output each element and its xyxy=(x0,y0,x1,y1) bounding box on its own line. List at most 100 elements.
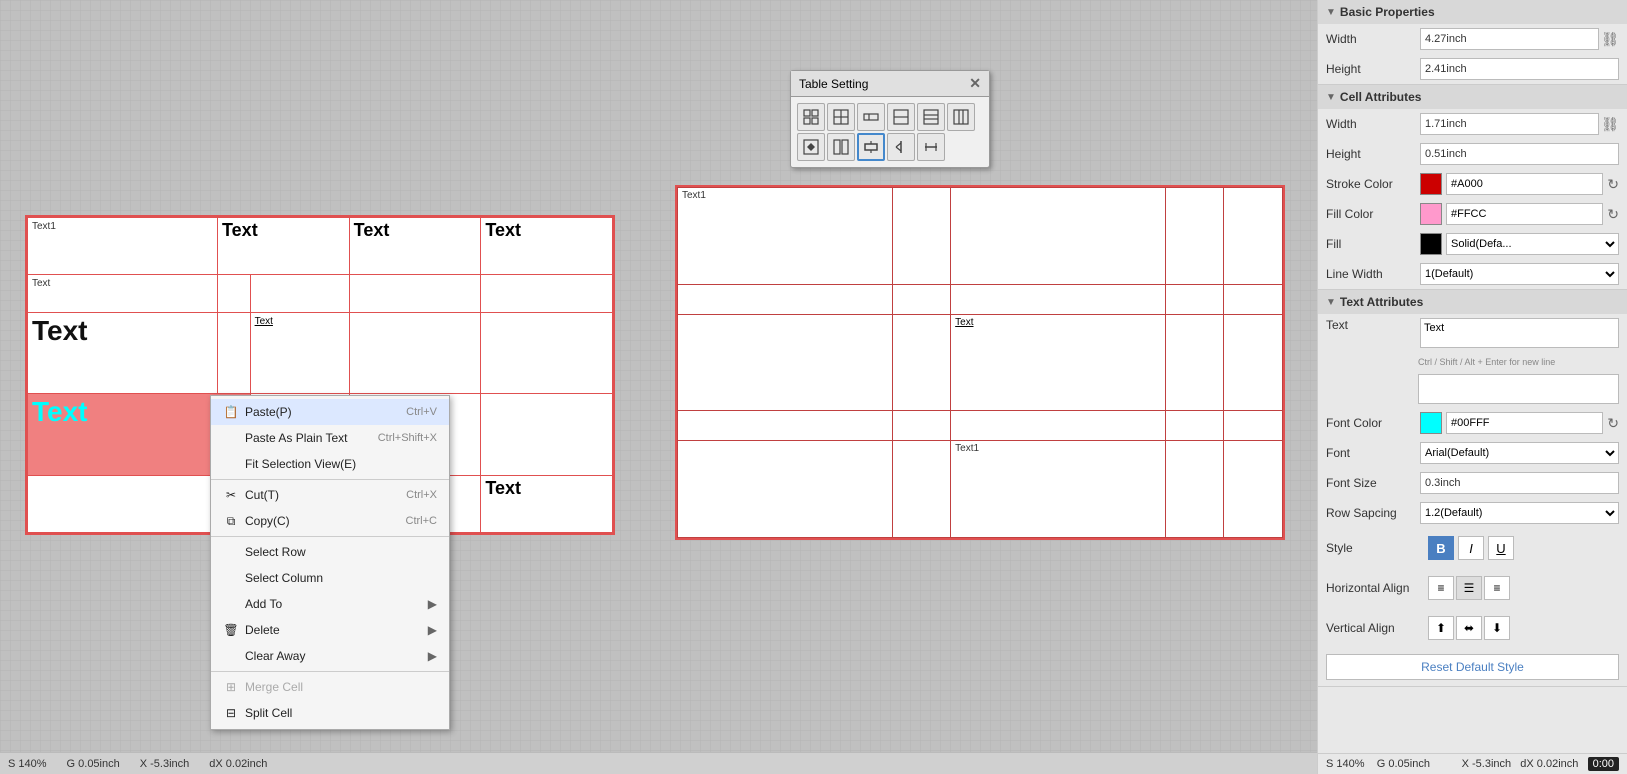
font-color-refresh[interactable]: ↻ xyxy=(1607,415,1619,432)
table-cell[interactable] xyxy=(892,441,951,538)
table-cell[interactable] xyxy=(678,314,893,411)
canvas-area[interactable]: Table Setting ✕ xyxy=(0,0,1317,774)
line-width-select[interactable]: 1(Default) xyxy=(1420,263,1619,285)
table-cell[interactable] xyxy=(892,188,951,285)
table-cell[interactable] xyxy=(1165,314,1224,411)
menu-item-copy[interactable]: ⧉ Copy(C) Ctrl+C xyxy=(211,508,449,534)
stroke-color-input[interactable] xyxy=(1446,173,1603,195)
table-cell[interactable]: Text1 xyxy=(951,441,1166,538)
table-cell[interactable] xyxy=(678,441,893,538)
table-cell[interactable] xyxy=(349,275,481,312)
table-btn-10[interactable] xyxy=(887,133,915,161)
table-btn-9[interactable] xyxy=(857,133,885,161)
cell-width-input[interactable] xyxy=(1420,113,1599,135)
table-cell[interactable]: Text xyxy=(481,475,613,532)
collapse-triangle-3[interactable]: ▼ xyxy=(1326,297,1336,308)
table-cell[interactable]: Text xyxy=(218,218,350,275)
fill-select[interactable]: Solid(Defa... xyxy=(1446,233,1619,255)
table-btn-4[interactable] xyxy=(887,103,915,131)
text-textarea[interactable] xyxy=(1418,374,1619,404)
table-cell[interactable] xyxy=(1224,188,1283,285)
menu-item-split-cell[interactable]: ⊟ Split Cell xyxy=(211,700,449,726)
align-center-button[interactable]: ☰ xyxy=(1456,576,1482,600)
menu-item-paste-plain[interactable]: Paste As Plain Text Ctrl+Shift+X xyxy=(211,425,449,451)
reset-default-style-button[interactable]: Reset Default Style xyxy=(1326,654,1619,680)
table-cell[interactable]: Text1 xyxy=(28,218,218,275)
table-cell[interactable] xyxy=(1165,188,1224,285)
table-btn-1[interactable] xyxy=(797,103,825,131)
italic-button[interactable]: I xyxy=(1458,536,1484,560)
table-btn-5[interactable] xyxy=(917,103,945,131)
table-cell[interactable] xyxy=(892,284,951,314)
fill-pattern-swatch[interactable] xyxy=(1420,233,1442,255)
table-cell[interactable] xyxy=(218,275,251,312)
table-cell[interactable] xyxy=(678,411,893,441)
table-cell[interactable]: Text xyxy=(349,218,481,275)
table-cell[interactable] xyxy=(1224,314,1283,411)
table-btn-6[interactable] xyxy=(947,103,975,131)
menu-item-clear-away[interactable]: Clear Away ▶ xyxy=(211,643,449,669)
underline-button[interactable]: U xyxy=(1488,536,1514,560)
table-cell[interactable] xyxy=(1165,411,1224,441)
dialog-close-button[interactable]: ✕ xyxy=(969,75,981,92)
height-input[interactable] xyxy=(1420,58,1619,80)
table-cell[interactable] xyxy=(28,475,218,532)
collapse-triangle-2[interactable]: ▼ xyxy=(1326,92,1336,103)
table-cell[interactable]: Text xyxy=(481,218,613,275)
table-cell[interactable] xyxy=(250,275,349,312)
font-color-swatch[interactable] xyxy=(1420,412,1442,434)
menu-item-select-row[interactable]: Select Row xyxy=(211,539,449,565)
table-cell[interactable] xyxy=(218,312,251,394)
stroke-color-swatch[interactable] xyxy=(1420,173,1442,195)
table-btn-11[interactable] xyxy=(917,133,945,161)
menu-item-delete[interactable]: 🗑 Delete ▶ xyxy=(211,617,449,643)
table-cell[interactable] xyxy=(1224,411,1283,441)
collapse-triangle[interactable]: ▼ xyxy=(1326,7,1336,18)
link-icon-2[interactable]: ⛓ xyxy=(1601,116,1619,133)
link-icon[interactable]: ⛓ xyxy=(1601,31,1619,48)
table-btn-2[interactable] xyxy=(827,103,855,131)
table-cell[interactable] xyxy=(951,411,1166,441)
valign-bottom-button[interactable]: ⬇ xyxy=(1484,616,1510,640)
table-cell[interactable]: Text xyxy=(28,275,218,312)
fill-color-input[interactable] xyxy=(1446,203,1603,225)
table-cell[interactable] xyxy=(481,312,613,394)
valign-top-button[interactable]: ⬆ xyxy=(1428,616,1454,640)
table-cell[interactable] xyxy=(481,394,613,476)
table-cell[interactable] xyxy=(1165,284,1224,314)
font-color-input[interactable] xyxy=(1446,412,1603,434)
table-cell[interactable] xyxy=(678,284,893,314)
valign-middle-button[interactable]: ⬌ xyxy=(1456,616,1482,640)
table-cell[interactable] xyxy=(892,411,951,441)
font-size-input[interactable] xyxy=(1420,472,1619,494)
menu-item-paste[interactable]: 📋 Paste(P) Ctrl+V xyxy=(211,399,449,425)
menu-item-select-column[interactable]: Select Column xyxy=(211,565,449,591)
align-left-button[interactable]: ≡ xyxy=(1428,576,1454,600)
stroke-color-refresh[interactable]: ↻ xyxy=(1607,176,1619,193)
cell-height-input[interactable] xyxy=(1420,143,1619,165)
table-cell[interactable]: Text xyxy=(951,314,1166,411)
align-right-button[interactable]: ≡ xyxy=(1484,576,1510,600)
table-cell[interactable] xyxy=(1224,441,1283,538)
table-btn-8[interactable] xyxy=(827,133,855,161)
table-cell[interactable] xyxy=(481,275,613,312)
menu-item-add-to[interactable]: Add To ▶ xyxy=(211,591,449,617)
table-cell[interactable] xyxy=(892,314,951,411)
table-btn-7[interactable] xyxy=(797,133,825,161)
menu-item-fit-selection[interactable]: Fit Selection View(E) xyxy=(211,451,449,477)
right-table-container[interactable]: Text1 Text xyxy=(675,185,1285,540)
width-input[interactable] xyxy=(1420,28,1599,50)
bold-button[interactable]: B xyxy=(1428,536,1454,560)
table-cell[interactable] xyxy=(1224,284,1283,314)
table-btn-3[interactable] xyxy=(857,103,885,131)
fill-color-swatch[interactable] xyxy=(1420,203,1442,225)
table-cell[interactable] xyxy=(951,284,1166,314)
table-cell[interactable] xyxy=(1165,441,1224,538)
table-cell[interactable] xyxy=(951,188,1166,285)
table-cell[interactable]: Text xyxy=(250,312,349,394)
table-cell[interactable]: Text xyxy=(28,312,218,394)
table-cell[interactable]: Text1 xyxy=(678,188,893,285)
font-select[interactable]: Arial(Default) xyxy=(1420,442,1619,464)
menu-item-cut[interactable]: ✂ Cut(T) Ctrl+X xyxy=(211,482,449,508)
table-cell[interactable] xyxy=(349,312,481,394)
